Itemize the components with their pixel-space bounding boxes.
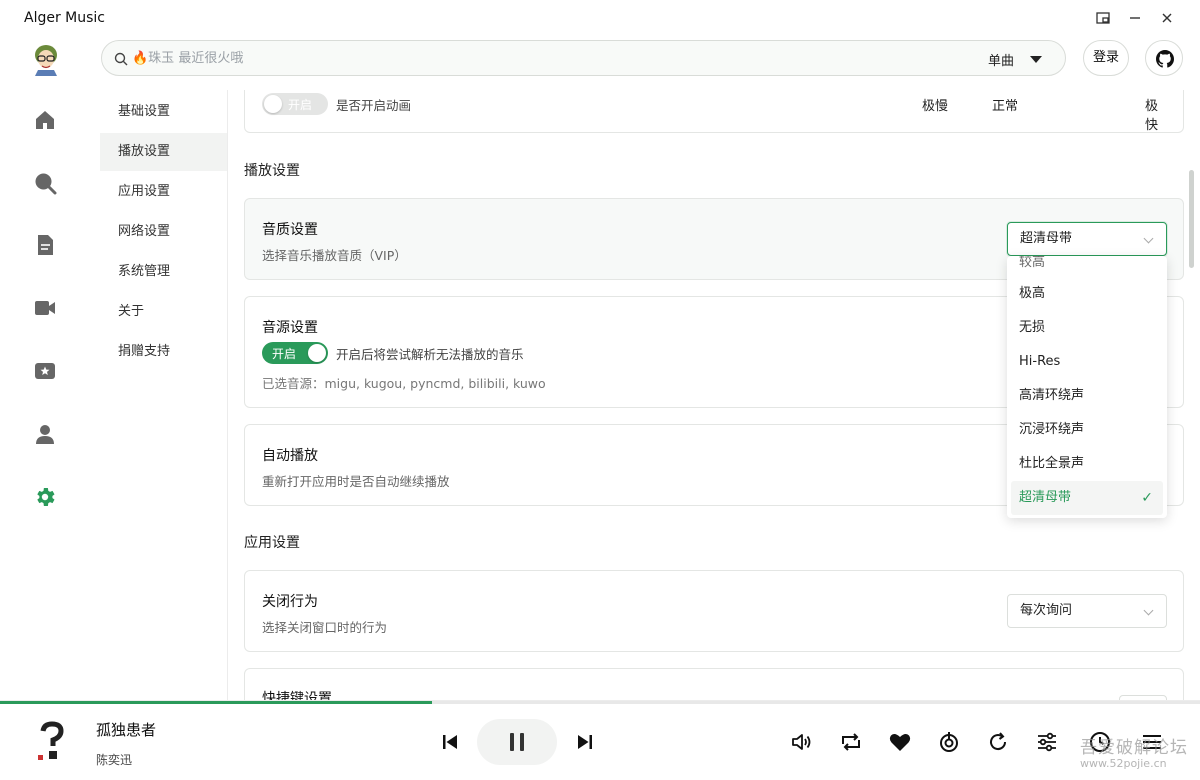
content-scrollbar[interactable] [1189, 170, 1194, 268]
close-behavior-description: 选择关闭窗口时的行为 [262, 620, 388, 635]
quality-option-master[interactable]: 超清母带 ✓ [1011, 481, 1163, 515]
heart-icon[interactable] [888, 730, 912, 754]
shortcut-title: 快捷键设置 [262, 691, 332, 700]
settings-menu: 基础设置 播放设置 应用设置 网络设置 系统管理 关于 捐赠支持 [100, 90, 228, 700]
menu-item-donate[interactable]: 捐赠支持 [100, 333, 227, 371]
source-toggle[interactable]: 开启 [262, 342, 328, 364]
github-button[interactable] [1145, 40, 1183, 76]
autoplay-description: 重新打开应用时是否自动继续播放 [262, 474, 450, 489]
autoplay-title: 自动播放 [262, 448, 318, 464]
playback-section-heading: 播放设置 [244, 163, 300, 179]
shortcut-card: 快捷键设置 [244, 668, 1184, 700]
quality-description: 选择音乐播放音质（VIP） [262, 248, 407, 263]
quality-option-master-label: 超清母带 [1019, 490, 1072, 505]
toggle-label: 开启 [272, 347, 297, 361]
github-icon [1156, 50, 1174, 68]
chevron-down-icon [1143, 233, 1154, 244]
menu-item-basic[interactable]: 基础设置 [100, 93, 227, 131]
selected-sources: 已选音源：migu, kugou, pyncmd, bilibili, kuwo [262, 376, 546, 391]
menu-item-app[interactable]: 应用设置 [100, 173, 227, 211]
song-title[interactable]: 孤独患者 [96, 719, 156, 740]
watermark-text: 吾爱破解论坛 [1080, 738, 1188, 758]
quality-option-higher[interactable]: 较高 [1011, 256, 1163, 270]
player-bar: 孤独患者 陈奕迅 吾爱破解论坛 www.52pojie.cn [0, 700, 1200, 780]
menu-item-about[interactable]: 关于 [100, 293, 227, 331]
source-title: 音源设置 [262, 320, 318, 336]
quality-option-hires[interactable]: Hi-Res [1011, 345, 1163, 379]
progress-fill [0, 701, 432, 704]
quality-option-extreme[interactable]: 极高 [1011, 277, 1163, 311]
next-icon[interactable] [573, 730, 597, 754]
check-icon: ✓ [1141, 490, 1153, 506]
close-icon[interactable] [1158, 10, 1176, 28]
quality-option-lossless[interactable]: 无损 [1011, 311, 1163, 345]
quality-option-hd-surround[interactable]: 高清环绕声 [1011, 379, 1163, 413]
app-title: Alger Music [24, 10, 106, 26]
repeat-icon[interactable] [839, 730, 863, 754]
app-section-heading: 应用设置 [244, 535, 300, 551]
pause-icon [510, 733, 524, 751]
quality-option-immersive[interactable]: 沉浸环绕声 [1011, 413, 1163, 447]
speed-label-fast: 极快 [1145, 99, 1159, 133]
animation-toggle[interactable]: 开启 [262, 93, 328, 115]
close-behavior-title: 关闭行为 [262, 594, 318, 610]
settings-icon[interactable] [33, 485, 57, 509]
video-icon[interactable] [33, 296, 57, 320]
source-description: 开启后将尝试解析无法播放的音乐 [336, 347, 524, 362]
menu-item-network[interactable]: 网络设置 [100, 213, 227, 251]
search-type-select[interactable]: 单曲 [988, 50, 1014, 69]
animation-card: 开启 是否开启动画 极慢 正常 极快 [244, 90, 1184, 133]
user-icon[interactable] [33, 422, 57, 446]
previous-icon[interactable] [438, 730, 462, 754]
quality-title: 音质设置 [262, 222, 318, 238]
search-icon[interactable] [33, 171, 57, 195]
intelligence-mode-icon[interactable] [937, 730, 961, 754]
search-input[interactable] [132, 41, 932, 75]
menu-item-system[interactable]: 系统管理 [100, 253, 227, 291]
refresh-icon[interactable] [986, 730, 1010, 754]
home-icon[interactable] [33, 108, 57, 132]
close-behavior-select[interactable]: 每次询问 [1007, 594, 1167, 628]
minimize-icon[interactable] [1126, 10, 1144, 28]
quality-select-value: 超清母带 [1020, 231, 1073, 246]
quality-dropdown: 较高 极高 无损 Hi-Res 高清环绕声 沉浸环绕声 杜比全景声 超清母带 ✓ [1007, 256, 1167, 518]
star-card-icon[interactable] [33, 359, 57, 383]
speed-label-normal: 正常 [992, 99, 1019, 114]
equalizer-icon[interactable] [1035, 730, 1059, 754]
album-cover[interactable] [34, 721, 70, 763]
watermark-url: www.52pojie.cn [1080, 757, 1167, 770]
close-behavior-card: 关闭行为 选择关闭窗口时的行为 每次询问 [244, 570, 1184, 652]
search-bar: 单曲 [101, 40, 1066, 76]
document-icon[interactable] [33, 233, 57, 257]
chevron-down-icon [1143, 605, 1154, 616]
quality-option-dolby[interactable]: 杜比全景声 [1011, 447, 1163, 481]
chevron-down-icon[interactable] [1030, 56, 1042, 63]
quality-select[interactable]: 超清母带 [1007, 222, 1167, 256]
volume-icon[interactable] [790, 730, 814, 754]
toggle-label: 开启 [288, 98, 313, 112]
toggle-knob [264, 95, 282, 113]
title-bar: Alger Music [0, 0, 1200, 36]
pip-icon[interactable] [1094, 10, 1112, 28]
animation-description: 是否开启动画 [336, 98, 412, 113]
search-icon [114, 51, 128, 70]
progress-bar[interactable] [0, 701, 1200, 704]
login-button[interactable]: 登录 [1083, 40, 1129, 76]
speed-label-slow: 极慢 [922, 99, 949, 114]
avatar[interactable] [29, 42, 63, 76]
play-pause-button[interactable] [477, 719, 557, 765]
song-artist[interactable]: 陈奕迅 [96, 751, 132, 768]
menu-item-playback[interactable]: 播放设置 [100, 133, 227, 171]
animation-speed-slider[interactable]: 极慢 正常 极快 [922, 91, 1162, 133]
close-behavior-select-value: 每次询问 [1020, 603, 1073, 618]
toggle-knob [308, 344, 326, 362]
